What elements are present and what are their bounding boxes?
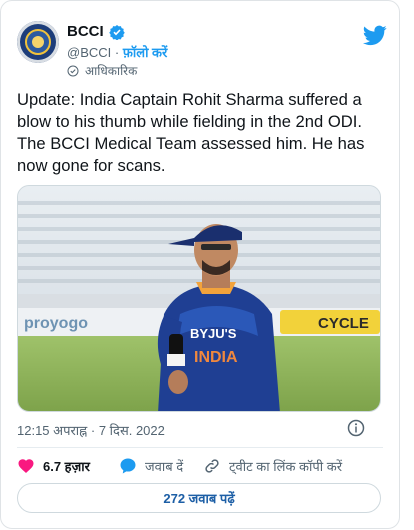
like-action[interactable]: 6.7 हज़ार <box>17 457 119 475</box>
tweet-image[interactable]: proyogo CYCLE BYJU'S INDIA <box>17 185 381 412</box>
ad-board-right: CYCLE <box>318 315 369 332</box>
heart-icon <box>18 459 34 473</box>
twitter-bird-icon[interactable] <box>363 23 387 47</box>
avatar-core <box>32 36 44 48</box>
tweet-card: BCCI @BCCI · फ़ॉलो करें आधिकारिक Update:… <box>0 0 400 529</box>
handle-separator: · <box>114 45 120 60</box>
account-handle[interactable]: @BCCI <box>67 45 111 60</box>
info-icon[interactable] <box>347 419 365 437</box>
avatar[interactable] <box>17 21 59 63</box>
reply-action[interactable]: जवाब दें <box>119 457 203 475</box>
tweet-time: 12:15 अपराह्न <box>17 423 88 438</box>
verified-badge-icon <box>108 24 125 40</box>
link-icon <box>205 459 219 473</box>
read-replies-button[interactable]: 272 जवाब पढ़ें <box>17 483 381 513</box>
jersey-sponsor: BYJU'S <box>190 326 237 341</box>
tweet-timestamp[interactable]: 12:15 अपराह्न · 7 दिस. 2022 <box>17 421 165 439</box>
likes-count: 6.7 हज़ार <box>43 459 90 474</box>
account-name[interactable]: BCCI <box>67 23 104 40</box>
divider <box>17 447 383 448</box>
official-check-icon <box>67 65 79 76</box>
official-label-row: आधिकारिक <box>67 62 137 79</box>
action-bar: 6.7 हज़ार जवाब दें ट्वीट का लिंक कॉपी कर… <box>17 455 387 477</box>
ad-board-left: proyogo <box>24 315 88 332</box>
tweet-header: BCCI @BCCI · फ़ॉलो करें आधिकारिक <box>17 21 387 81</box>
tweet-photo: proyogo CYCLE BYJU'S INDIA <box>18 186 380 411</box>
tweet-text: Update: India Captain Rohit Sharma suffe… <box>17 90 365 175</box>
reply-bubble-icon <box>120 458 136 474</box>
name-row: BCCI <box>67 23 125 40</box>
copy-link-label: ट्वीट का लिंक कॉपी करें <box>229 459 343 474</box>
copy-link-action[interactable]: ट्वीट का लिंक कॉपी करें <box>203 457 342 475</box>
reply-label: जवाब दें <box>145 459 184 474</box>
handle-row: @BCCI · फ़ॉलो करें <box>67 43 167 61</box>
jersey-country: INDIA <box>194 349 238 366</box>
follow-button[interactable]: फ़ॉलो करें <box>123 45 167 60</box>
timestamp-separator: · <box>90 423 96 438</box>
official-label: आधिकारिक <box>85 64 138 78</box>
tweet-date: 7 दिस. 2022 <box>98 423 165 438</box>
